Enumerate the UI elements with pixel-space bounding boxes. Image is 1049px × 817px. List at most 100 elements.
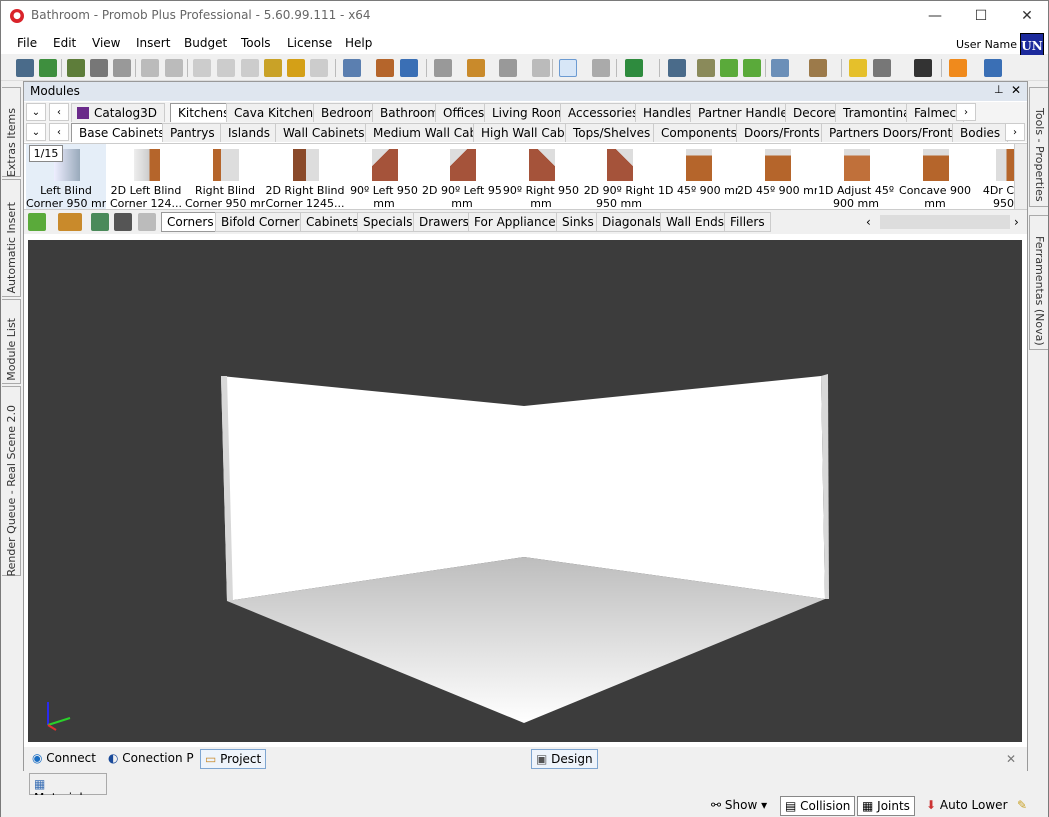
3d-view-icon[interactable] — [400, 59, 418, 77]
dock-tab-ferramentas[interactable]: Ferramentas (Nova) — [1029, 215, 1048, 350]
subtab-for-appliances[interactable]: For Appliances — [468, 212, 568, 232]
maximize-button[interactable]: ☐ — [958, 1, 1004, 32]
library-prev-icon[interactable]: ‹ — [49, 103, 69, 121]
scroll-left-icon[interactable]: ‹ — [866, 215, 871, 229]
tab-wall-cabinets[interactable]: Wall Cabinets — [275, 123, 373, 142]
subtab-bifold-corners[interactable]: Bifold Corners — [215, 212, 312, 232]
menu-tools[interactable]: Tools — [241, 36, 271, 50]
tab-components[interactable]: Components — [653, 123, 745, 142]
menu-budget[interactable]: Budget — [184, 36, 227, 50]
shape-icon[interactable] — [499, 59, 517, 77]
category-dropdown-icon[interactable]: ⌄ — [26, 123, 46, 141]
auto-lower-toggle[interactable]: ⬇ Auto Lower — [922, 796, 1012, 816]
frame-icon[interactable] — [434, 59, 452, 77]
hammer-icon[interactable] — [264, 59, 282, 77]
module-icon[interactable] — [697, 59, 715, 77]
module-item[interactable]: Concave 900 mm — [895, 144, 975, 209]
insert-icon[interactable] — [28, 213, 46, 231]
tab-bodies[interactable]: Bodies — [952, 123, 1009, 142]
tab-tops-shelves[interactable]: Tops/Shelves — [565, 123, 659, 142]
forward-arrow-icon[interactable] — [743, 59, 761, 77]
module-item[interactable]: 4Dr C 950 — [974, 144, 1014, 209]
tab-pantrys[interactable]: Pantrys — [162, 123, 223, 142]
eye-icon[interactable] — [668, 59, 686, 77]
paint-icon[interactable] — [287, 59, 305, 77]
dimension-icon[interactable] — [376, 59, 394, 77]
module-item[interactable]: 1D 45º 900 mm — [658, 144, 738, 209]
dock-tab-automatic-insert[interactable]: Automatic Insert — [2, 179, 21, 297]
show-dropdown[interactable]: ⚯ Show ▾ — [707, 796, 771, 816]
render-icon[interactable] — [67, 59, 85, 77]
tab-partners-doors-fronts[interactable]: Partners Doors/Fronts — [821, 123, 967, 142]
budget-dollar-icon[interactable] — [625, 59, 643, 77]
close-button[interactable]: ✕ — [1004, 1, 1049, 32]
copy-icon[interactable] — [217, 59, 235, 77]
paste-icon[interactable] — [241, 59, 259, 77]
delete-icon[interactable] — [310, 59, 328, 77]
thumbnail-scrollbar[interactable] — [1014, 144, 1027, 209]
arrange-icon[interactable] — [467, 59, 485, 77]
dock-tab-module-list[interactable]: Module List — [2, 299, 21, 384]
menu-help[interactable]: Help — [345, 36, 372, 50]
subtab-drawers[interactable]: Drawers — [413, 212, 475, 232]
measure-icon[interactable] — [592, 59, 610, 77]
subtab-wall-ends[interactable]: Wall Ends — [660, 212, 730, 232]
redo-icon[interactable] — [165, 59, 183, 77]
tab-project[interactable]: ▭ Project — [200, 749, 267, 769]
menu-edit[interactable]: Edit — [53, 36, 76, 50]
cut-icon[interactable] — [193, 59, 211, 77]
subtab-fillers[interactable]: Fillers — [724, 212, 771, 232]
module-item[interactable]: 1D Adjust 45º 900 mm — [816, 144, 896, 209]
dock-tab-render-queue[interactable]: Render Queue - Real Scene 2.0 — [2, 386, 21, 577]
module-item[interactable]: 2D Right Blind Corner 1245... — [265, 144, 345, 209]
tab-conection-p[interactable]: ◐ Conection P — [104, 749, 198, 769]
view-cube-icon[interactable] — [771, 59, 789, 77]
materials-tab[interactable]: ▦ Materials — [29, 773, 107, 805]
tab-base-cabinets[interactable]: Base Cabinets — [71, 123, 173, 142]
lock-icon[interactable] — [138, 213, 156, 231]
tab-doors-fronts[interactable]: Doors/Fronts — [736, 123, 828, 142]
binoculars-icon[interactable] — [114, 213, 132, 231]
select-pointer-icon[interactable] — [559, 59, 577, 77]
subtab-specials[interactable]: Specials — [357, 212, 419, 232]
undo-icon[interactable] — [141, 59, 159, 77]
subtab-cabinets[interactable]: Cabinets — [300, 212, 365, 232]
panel-icon[interactable] — [532, 59, 550, 77]
module-item[interactable]: 90º Right 950 mm — [501, 144, 581, 209]
render-settings-icon[interactable] — [90, 59, 108, 77]
tab-catalog3d[interactable]: Catalog3D — [71, 103, 165, 122]
user-badge[interactable]: UN — [1020, 33, 1044, 57]
print-icon[interactable] — [113, 59, 131, 77]
tab-close-icon[interactable]: ✕ — [1006, 752, 1016, 766]
subtab-corners[interactable]: Corners — [161, 212, 220, 232]
3d-viewport[interactable] — [28, 240, 1022, 742]
import-icon[interactable] — [91, 213, 109, 231]
module-item[interactable]: 2D 45º 900 mm — [737, 144, 817, 209]
pin-icon[interactable]: ⊥ — [994, 83, 1004, 96]
library-next-icon[interactable]: › — [956, 103, 976, 121]
minimize-button[interactable]: — — [912, 1, 958, 32]
tab-high-wall-cab[interactable]: High Wall Cab — [473, 123, 573, 142]
menu-file[interactable]: File — [17, 36, 37, 50]
category-next-icon[interactable]: › — [1005, 123, 1025, 141]
user-icon[interactable] — [949, 59, 967, 77]
save-as-icon[interactable] — [39, 59, 57, 77]
layers-icon[interactable] — [343, 59, 361, 77]
module-item[interactable]: 90º Left 950 mm — [344, 144, 424, 209]
light-bulb-icon[interactable] — [849, 59, 867, 77]
tab-design[interactable]: ▣ Design — [531, 749, 598, 769]
menu-license[interactable]: License — [287, 36, 332, 50]
module-item[interactable]: 2D 90º Left 950 mm — [422, 144, 502, 209]
tools-icon[interactable]: ✎ — [1013, 796, 1031, 816]
dock-tab-extras-items[interactable]: Extras Items — [2, 87, 21, 177]
layout-icon[interactable] — [984, 59, 1002, 77]
module-item[interactable]: 2D 90º Right 950 mm — [579, 144, 659, 209]
menu-view[interactable]: View — [92, 36, 120, 50]
scroll-right-icon[interactable]: › — [1014, 215, 1019, 229]
tab-connect[interactable]: ◉ Connect — [28, 749, 100, 769]
dock-tab-tools-properties[interactable]: Tools - Properties — [1029, 87, 1048, 207]
ruler-icon[interactable] — [58, 213, 82, 231]
menu-insert[interactable]: Insert — [136, 36, 170, 50]
tab-medium-wall-cab[interactable]: Medium Wall Cab — [365, 123, 486, 142]
move-icon[interactable] — [914, 59, 932, 77]
